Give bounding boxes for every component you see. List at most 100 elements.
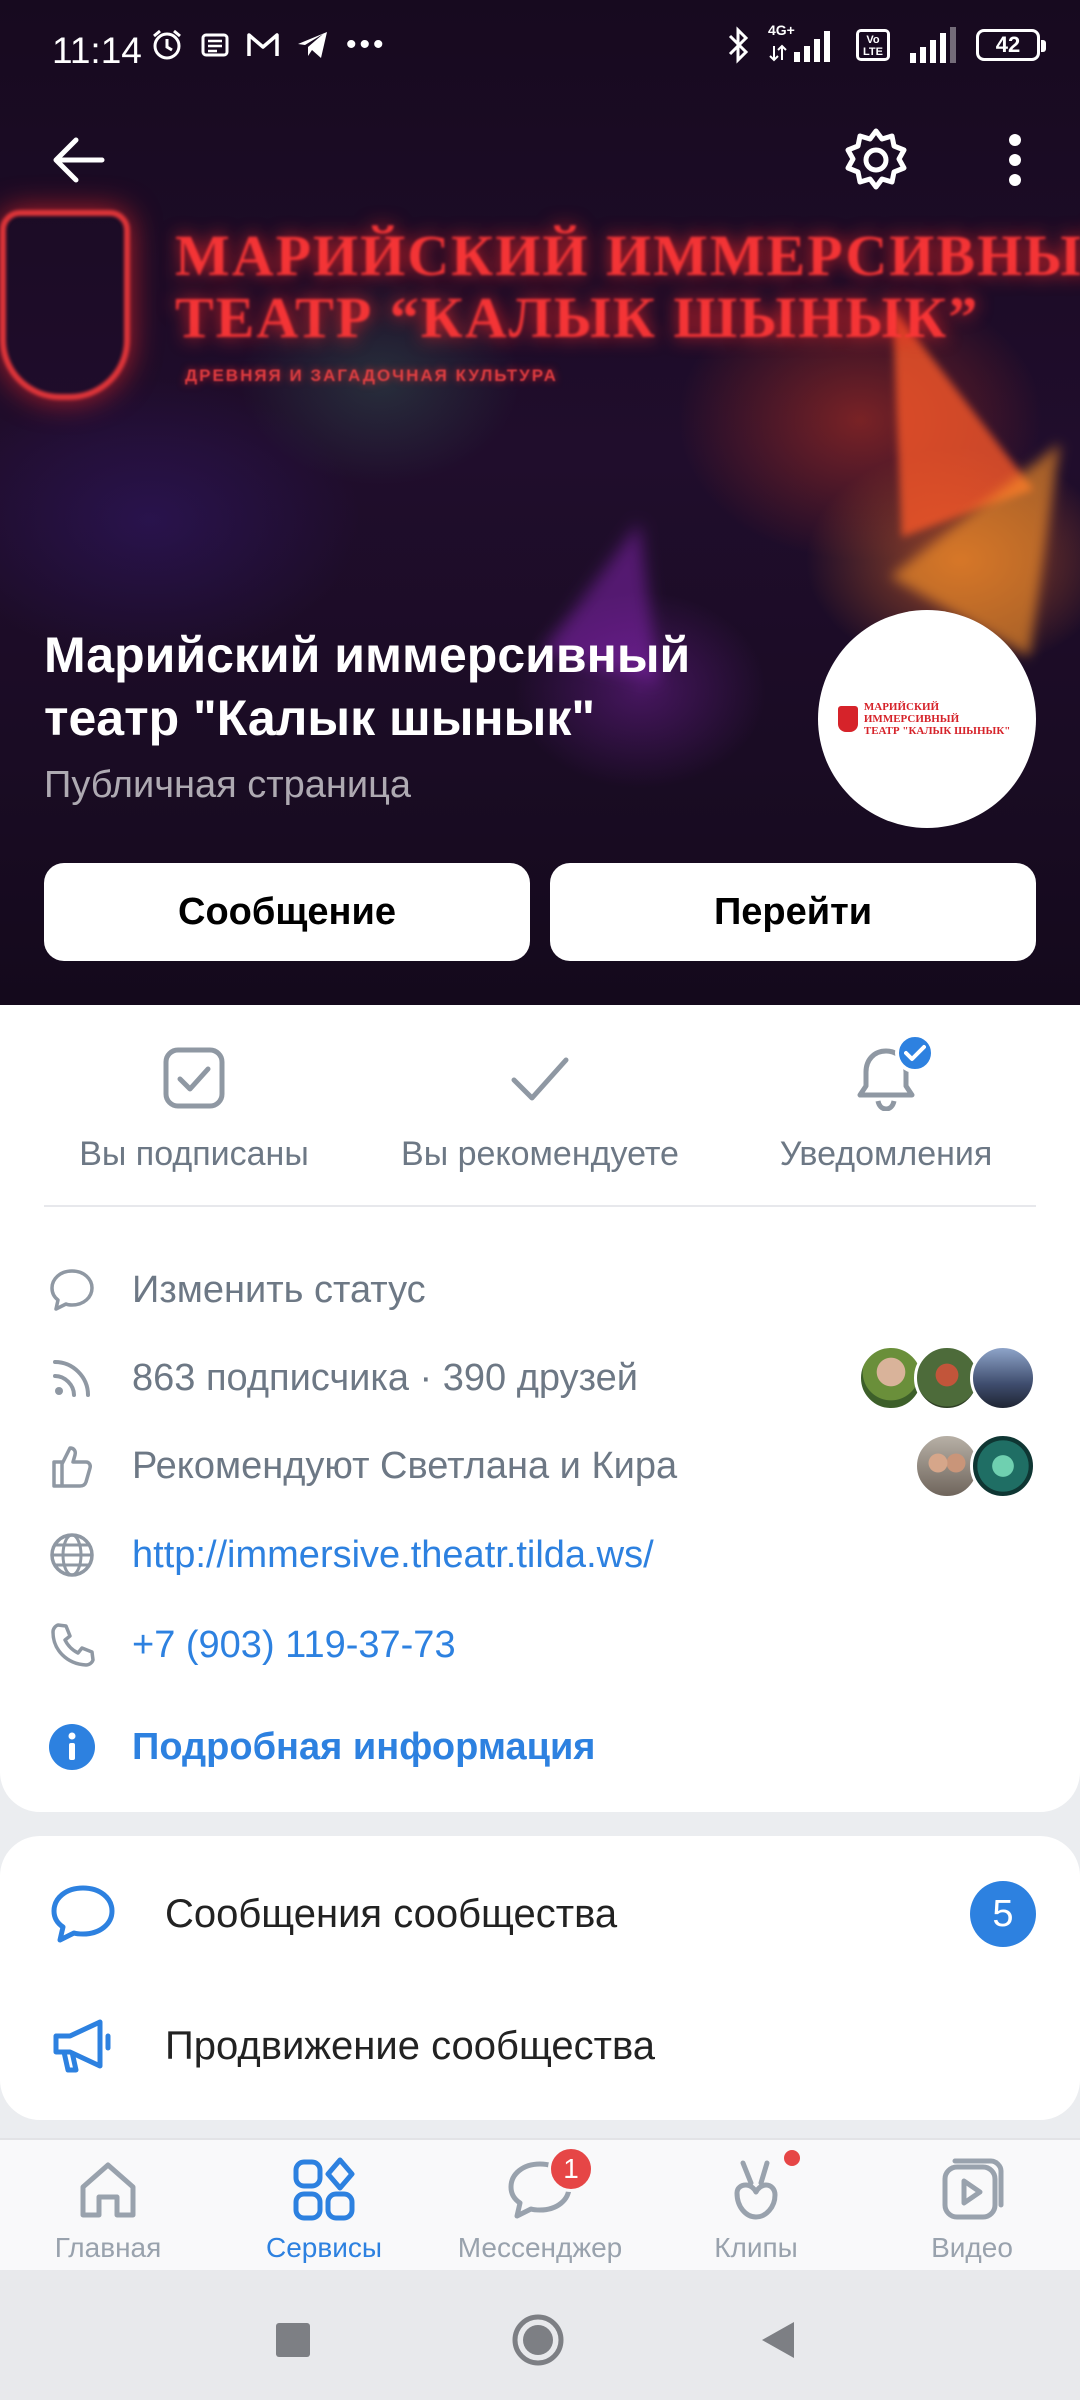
home-icon <box>72 2154 144 2226</box>
recent-apps-button[interactable] <box>263 2310 323 2370</box>
info-icon <box>44 1719 100 1775</box>
avatar-logo-line1: МАРИЙСКИЙ ИММЕРСИВНЫЙ <box>863 701 960 725</box>
megaphone-icon <box>48 2011 118 2081</box>
gear-icon <box>845 128 907 190</box>
change-status-text: Изменить статус <box>132 1268 426 1311</box>
phone-row[interactable]: +7 (903) 119-37-73 <box>0 1610 1080 1680</box>
status-notification-icons: ••• <box>150 28 387 62</box>
avatar-logo-line2: ТЕАТР "КАЛЫК ШЫНЫК" <box>863 725 1011 737</box>
thumbs-up-icon <box>44 1438 100 1494</box>
community-promotion-label: Продвижение сообщества <box>165 2023 656 2068</box>
follower-avatar <box>970 1345 1036 1411</box>
notifications-action[interactable]: Уведомления <box>726 1033 1046 1174</box>
phone-link[interactable]: +7 (903) 119-37-73 <box>132 1624 456 1667</box>
group-info-card: Вы подписаны Вы рекомендуете Уведомления… <box>0 1005 1080 1812</box>
details-link: Подробная информация <box>132 1725 596 1768</box>
group-actions: Вы подписаны Вы рекомендуете Уведомления <box>0 1005 1080 1205</box>
tab-video-label: Видео <box>931 2232 1013 2263</box>
group-type: Публичная страница <box>44 764 412 806</box>
recommend-action[interactable]: Вы рекомендуете <box>380 1043 700 1174</box>
cover-neon-title: МАРИЙСКИЙ ИММЕРСИВНЫЙ ТЕАТР “КАЛЫК ШЫНЫК… <box>175 223 1080 349</box>
followers-avatars <box>858 1345 1036 1411</box>
battery-level: 42 <box>995 32 1021 57</box>
subscribed-action[interactable]: Вы подписаны <box>34 1043 354 1174</box>
volte-icon: Vo LTE <box>856 29 890 61</box>
status-system-icons: 4G+ Vo LTE 42 <box>726 22 1046 64</box>
recommend-check-icon <box>505 1043 575 1113</box>
more-vertical-icon <box>1009 134 1021 186</box>
change-status-row[interactable]: Изменить статус <box>0 1255 1080 1325</box>
video-icon <box>936 2154 1008 2226</box>
tab-services-label: Сервисы <box>265 2232 382 2263</box>
back-system-button[interactable] <box>748 2310 808 2370</box>
recommender-avatar <box>970 1433 1036 1499</box>
group-cover: МАРИЙСКИЙ ИММЕРСИВНЫЙ ТЕАТР “КАЛЫК ШЫНЫК… <box>0 0 1080 1005</box>
followers-text: 863 подписчика · 390 друзей <box>132 1356 638 1399</box>
community-messages-label: Сообщения сообщества <box>165 1891 618 1936</box>
battery-icon: 42 <box>976 29 1046 61</box>
globe-icon <box>44 1527 100 1583</box>
system-navigation-bar <box>0 2270 1080 2400</box>
messenger-icon: 1 <box>504 2146 594 2226</box>
telegram-icon <box>298 32 327 58</box>
group-avatar[interactable]: МАРИЙСКИЙ ИММЕРСИВНЫЙ ТЕАТР "КАЛЫК ШЫНЫК… <box>818 610 1036 828</box>
clips-new-dot <box>784 2150 800 2166</box>
community-messages-count: 5 <box>970 1881 1036 1947</box>
community-promotion-row[interactable]: Продвижение сообщества <box>0 1991 1080 2101</box>
back-button[interactable] <box>38 120 118 200</box>
tab-messenger-label: Мессенджер <box>457 2232 623 2263</box>
subscribed-label: Вы подписаны <box>79 1135 309 1173</box>
more-options-button[interactable] <box>975 120 1055 200</box>
recommenders-avatars <box>914 1433 1036 1499</box>
speech-bubble-icon <box>44 1262 100 1318</box>
community-messages-row[interactable]: Сообщения сообщества 5 <box>0 1859 1080 1969</box>
message-button[interactable]: Сообщение <box>44 863 530 961</box>
more-notifications-icon: ••• <box>346 28 387 61</box>
recommend-text: Рекомендуют Светлана и Кира <box>132 1444 678 1487</box>
gmail-icon <box>247 33 279 56</box>
tab-messenger[interactable]: 1 Мессенджер <box>440 2146 640 2264</box>
clips-icon <box>720 2150 800 2226</box>
cover-crest-logo <box>0 210 130 400</box>
phone-icon <box>44 1617 100 1673</box>
tab-clips[interactable]: Клипы <box>656 2150 856 2264</box>
go-button[interactable]: Перейти <box>550 863 1036 961</box>
avatar-logo-text: МАРИЙСКИЙ ИММЕРСИВНЫЙ ТЕАТР "КАЛЫК ШЫНЫК… <box>864 701 1036 737</box>
tab-services[interactable]: Сервисы <box>224 2154 424 2264</box>
home-system-button[interactable] <box>508 2310 568 2370</box>
recommend-label: Вы рекомендуете <box>401 1135 679 1173</box>
square-icon <box>276 2323 310 2357</box>
settings-button[interactable] <box>836 120 916 200</box>
news-icon <box>201 33 229 57</box>
avatar-crest <box>838 706 858 732</box>
divider <box>44 1205 1036 1207</box>
tab-clips-label: Клипы <box>714 2232 798 2263</box>
community-management-card: Сообщения сообщества 5 Продвижение сообщ… <box>0 1836 1080 2120</box>
subscribed-check-icon <box>159 1043 229 1113</box>
tab-home-label: Главная <box>54 2232 162 2263</box>
bluetooth-icon <box>728 26 749 64</box>
circle-icon <box>512 2314 564 2366</box>
alarm-icon <box>153 29 181 60</box>
services-icon <box>288 2154 360 2226</box>
status-time: 11:14 <box>52 30 142 71</box>
signal-icon <box>910 27 956 63</box>
status-bar: 11:14 ••• 4G+ Vo LTE 42 <box>0 0 1080 100</box>
triangle-back-icon <box>762 2322 794 2358</box>
signal-4g-icon: 4G+ <box>768 22 838 64</box>
bottom-tab-bar: Главная Сервисы 1 Мессенджер Клипы Видео <box>0 2138 1080 2270</box>
cover-neon-line1: МАРИЙСКИЙ ИММЕРСИВНЫЙ <box>175 223 1080 288</box>
details-row[interactable]: Подробная информация <box>0 1712 1080 1782</box>
website-link[interactable]: http://immersive.theatr.tilda.ws/ <box>132 1534 654 1577</box>
tab-video[interactable]: Видео <box>872 2154 1072 2264</box>
followers-row[interactable]: 863 подписчика · 390 друзей <box>0 1343 1080 1413</box>
notifications-label: Уведомления <box>779 1135 993 1173</box>
messenger-unread-badge: 1 <box>548 2146 594 2192</box>
recommend-row[interactable]: Рекомендуют Светлана и Кира <box>0 1431 1080 1501</box>
notifications-enabled-badge <box>895 1033 935 1073</box>
message-bubble-icon <box>48 1879 118 1949</box>
arrow-left-icon <box>53 137 105 183</box>
website-row[interactable]: http://immersive.theatr.tilda.ws/ <box>0 1520 1080 1590</box>
tab-home[interactable]: Главная <box>8 2154 208 2264</box>
avatar-logo: МАРИЙСКИЙ ИММЕРСИВНЫЙ ТЕАТР "КАЛЫК ШЫНЫК… <box>838 701 1036 737</box>
